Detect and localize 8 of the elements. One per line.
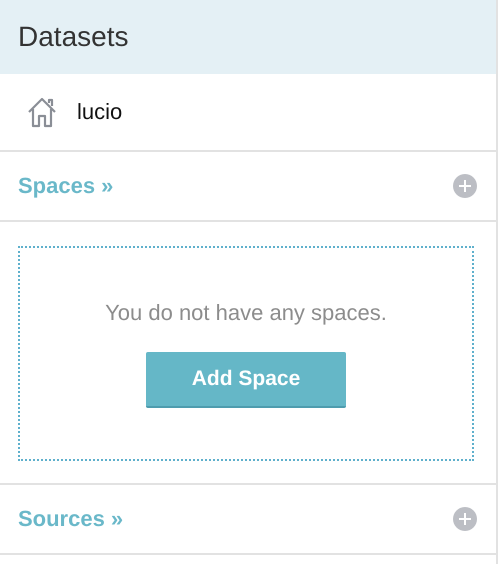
add-space-button[interactable]: Add Space: [146, 352, 346, 408]
panel-title: Datasets: [18, 21, 128, 53]
empty-message: You do not have any spaces.: [105, 300, 387, 326]
section-link[interactable]: Spaces »: [18, 173, 114, 199]
add-icon[interactable]: [453, 507, 477, 531]
add-icon[interactable]: [453, 174, 477, 198]
home-link[interactable]: lucio: [77, 99, 122, 125]
section-link[interactable]: Sources »: [18, 506, 124, 532]
